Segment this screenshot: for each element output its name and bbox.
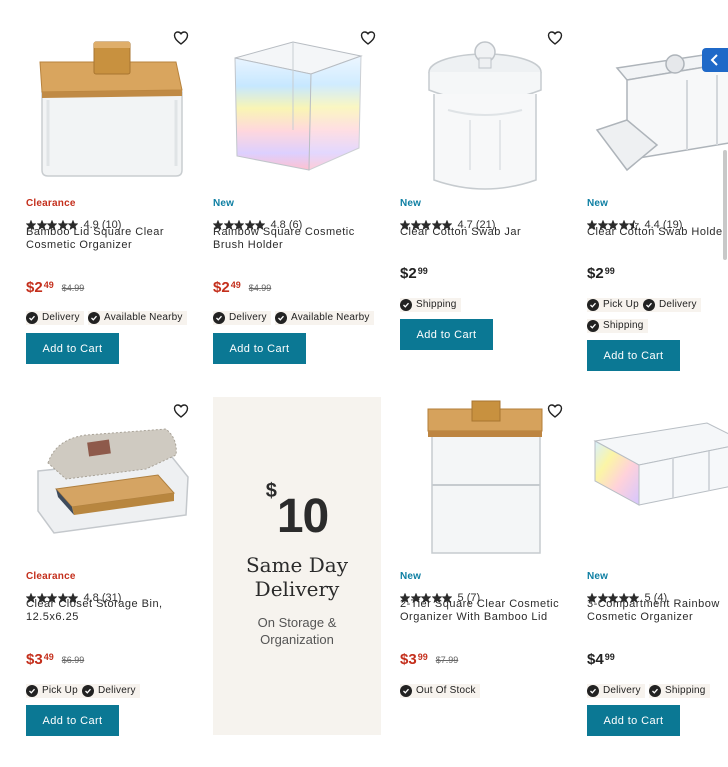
fulfillment-chip: Shipping <box>587 319 648 333</box>
product-name-line: 12.5x6.25 <box>26 611 79 623</box>
product-name-line: 3-Compartment Rainbow <box>587 598 720 610</box>
product-image[interactable] <box>213 20 383 190</box>
promo-subtext: On Storage & Organization <box>257 615 337 647</box>
product-image[interactable] <box>400 20 570 190</box>
fulfillment-chip: Shipping <box>649 684 710 698</box>
product-name[interactable]: Clear Closet Storage Bin, 12.5x6.25 <box>26 598 186 624</box>
product-price: $2 99 <box>587 265 615 282</box>
product-image[interactable] <box>587 393 728 563</box>
add-to-cart-button[interactable]: Add to Cart <box>213 333 306 364</box>
product-name-line: Rainbow Square Cosmetic <box>213 226 355 238</box>
product-price: $3 99 $7.99 <box>400 651 459 668</box>
check-circle-icon <box>26 312 38 324</box>
product-badge: New <box>213 198 235 209</box>
heart-outline-icon[interactable] <box>547 403 563 419</box>
fulfillment-chip: Shipping <box>400 298 461 312</box>
product-name-line: Bamboo Lid Square Clear <box>26 226 165 238</box>
product-price: $2 49 $4.99 <box>26 279 85 296</box>
product-name[interactable]: Clear Cotton Swab Holder <box>587 226 728 239</box>
product-name-line: Clear Cotton Swab Holder <box>587 226 727 238</box>
check-circle-icon <box>587 685 599 697</box>
product-name[interactable]: Rainbow Square Cosmetic Brush Holder <box>213 226 373 252</box>
fulfillment-chip: Pick Up <box>26 684 82 698</box>
product-price: $4 99 <box>587 651 615 668</box>
product-image[interactable] <box>587 20 728 190</box>
original-price: $4.99 <box>61 283 85 293</box>
fulfillment-chip: Delivery <box>643 298 701 312</box>
heart-outline-icon[interactable] <box>173 403 189 419</box>
product-price: $3 49 $6.99 <box>26 651 85 668</box>
fulfillment-chip: Delivery <box>587 684 645 698</box>
original-price: $4.99 <box>248 283 272 293</box>
product-badge: Clearance <box>26 571 76 582</box>
product-badge: New <box>587 571 609 582</box>
fulfillment-chip: Available Nearby <box>275 311 374 325</box>
add-to-cart-button[interactable]: Add to Cart <box>587 705 680 736</box>
check-circle-icon <box>400 685 412 697</box>
original-price: $6.99 <box>61 655 85 665</box>
product-name-line: Cosmetic Organizer <box>26 239 133 251</box>
product-name[interactable]: Bamboo Lid Square Clear Cosmetic Organize… <box>26 226 186 252</box>
check-circle-icon <box>587 299 599 311</box>
product-price: $2 99 <box>400 265 428 282</box>
check-circle-icon <box>587 320 599 332</box>
product-name-line: Clear Closet Storage Bin, <box>26 598 163 610</box>
heart-outline-icon[interactable] <box>173 30 189 46</box>
fulfillment-chip: Pick Up <box>587 298 643 312</box>
promo-tile[interactable]: $10 Same Day Delivery On Storage & Organiz… <box>213 397 381 735</box>
add-to-cart-button[interactable]: Add to Cart <box>400 319 493 350</box>
check-circle-icon <box>26 685 38 697</box>
check-circle-icon <box>649 685 661 697</box>
check-circle-icon <box>643 299 655 311</box>
check-circle-icon <box>213 312 225 324</box>
product-name[interactable]: 2-Tier Square Clear Cosmetic Organizer Wi… <box>400 598 560 624</box>
add-to-cart-button[interactable]: Add to Cart <box>26 705 119 736</box>
fulfillment-chip: Out Of Stock <box>400 684 480 698</box>
heart-outline-icon[interactable] <box>547 30 563 46</box>
fulfillment-chip: Available Nearby <box>88 311 187 325</box>
check-circle-icon <box>88 312 100 324</box>
product-price: $2 49 $4.99 <box>213 279 272 296</box>
check-circle-icon <box>82 685 94 697</box>
carousel-prev-button[interactable] <box>702 48 728 72</box>
product-name-line: Organizer With Bamboo Lid <box>400 611 548 623</box>
product-badge: New <box>587 198 609 209</box>
product-name[interactable]: 3-Compartment Rainbow Cosmetic Organizer <box>587 598 728 624</box>
product-badge: New <box>400 571 422 582</box>
original-price: $7.99 <box>435 655 459 665</box>
product-image[interactable] <box>26 20 196 190</box>
heart-outline-icon[interactable] <box>360 30 376 46</box>
promo-headline: Same Day Delivery <box>245 553 349 601</box>
product-name-line: Brush Holder <box>213 239 284 251</box>
product-image[interactable] <box>26 393 196 563</box>
product-image[interactable] <box>400 393 570 563</box>
product-badge: Clearance <box>26 198 76 209</box>
product-name-line: Clear Cotton Swab Jar <box>400 226 522 238</box>
scrollbar[interactable] <box>723 150 727 260</box>
product-name[interactable]: Clear Cotton Swab Jar <box>400 226 560 239</box>
promo-amount: $10 <box>265 480 330 543</box>
fulfillment-chip: Delivery <box>26 311 84 325</box>
chevron-left-icon <box>710 54 718 66</box>
fulfillment-chip: Delivery <box>213 311 271 325</box>
add-to-cart-button[interactable]: Add to Cart <box>26 333 119 364</box>
product-name-line: Cosmetic Organizer <box>587 611 694 623</box>
add-to-cart-button[interactable]: Add to Cart <box>587 340 680 371</box>
product-badge: New <box>400 198 422 209</box>
check-circle-icon <box>400 299 412 311</box>
product-name-line: 2-Tier Square Clear Cosmetic <box>400 598 560 610</box>
fulfillment-chip: Delivery <box>82 684 140 698</box>
check-circle-icon <box>275 312 287 324</box>
